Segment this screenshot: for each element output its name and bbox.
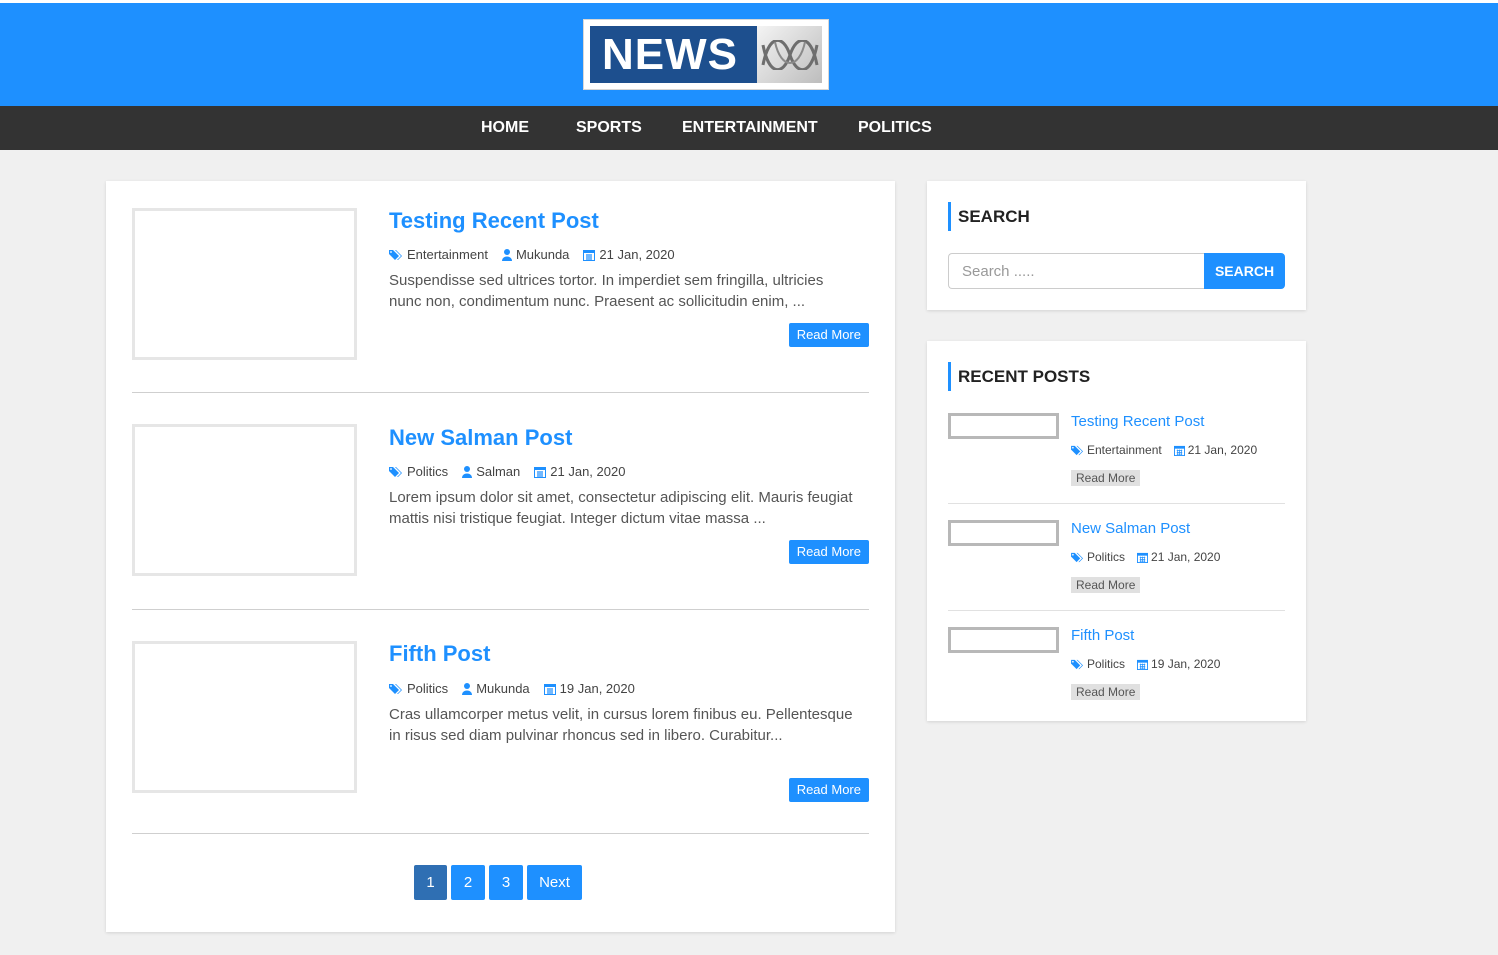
post-thumbnail[interactable] <box>132 208 357 360</box>
next-page-button[interactable]: Next <box>527 865 582 900</box>
search-input[interactable] <box>948 253 1205 289</box>
nav-item-sports[interactable]: SPORTS <box>576 106 642 150</box>
recent-post-date: 19 Jan, 2020 <box>1151 657 1221 671</box>
site-logo[interactable]: NEWS <box>583 19 829 90</box>
post-meta: Politics Mukunda 19 Jan, 2020 <box>389 681 635 696</box>
post-category[interactable]: Entertainment <box>407 247 488 262</box>
read-more-button[interactable]: Read More <box>788 778 869 802</box>
recent-post-date: 21 Jan, 2020 <box>1151 550 1221 564</box>
abc-logo-icon <box>757 26 822 83</box>
tags-icon <box>1071 552 1083 562</box>
recent-read-more-button[interactable]: Read More <box>1071 684 1141 700</box>
tags-icon <box>1071 659 1083 669</box>
calendar-icon <box>534 466 547 478</box>
post-excerpt: Suspendisse sed ultrices tortor. In impe… <box>389 272 824 310</box>
post-meta: Politics Salman 21 Jan, 2020 <box>389 464 625 479</box>
calendar-icon <box>1137 552 1149 563</box>
recent-post-thumbnail[interactable] <box>948 413 1059 439</box>
post-divider <box>132 392 869 393</box>
main-nav: HOME SPORTS ENTERTAINMENT POLITICS <box>0 106 1498 150</box>
post-date: 19 Jan, 2020 <box>559 681 635 696</box>
recent-post-meta: Politics 19 Jan, 2020 <box>1071 657 1220 671</box>
tags-icon <box>389 683 402 694</box>
user-icon <box>462 682 473 695</box>
calendar-icon <box>1137 659 1149 670</box>
post-title[interactable]: Testing Recent Post <box>389 208 599 234</box>
logo-text: NEWS <box>602 30 738 79</box>
post-date: 21 Jan, 2020 <box>599 247 675 262</box>
nav-item-entertainment[interactable]: ENTERTAINMENT <box>682 106 818 150</box>
page-button-1[interactable]: 1 <box>414 865 447 900</box>
recent-post-title[interactable]: New Salman Post <box>1071 520 1190 537</box>
search-widget-title: SEARCH <box>948 202 1030 231</box>
recent-read-more-button[interactable]: Read More <box>1071 577 1141 593</box>
post-title[interactable]: New Salman Post <box>389 425 572 451</box>
post-author[interactable]: Mukunda <box>476 681 529 696</box>
recent-post-item: Fifth Post Politics 19 Jan, 2020 Read Mo… <box>948 627 1285 702</box>
recent-post-title[interactable]: Fifth Post <box>1071 627 1134 644</box>
calendar-icon <box>1173 445 1185 456</box>
recent-posts-widget: RECENT POSTS Testing Recent Post Enterta… <box>927 341 1306 721</box>
recent-post-divider <box>948 610 1285 611</box>
recent-post-thumbnail[interactable] <box>948 520 1059 546</box>
recent-post-meta: Politics 21 Jan, 2020 <box>1071 550 1220 564</box>
tags-icon <box>389 249 402 260</box>
tags-icon <box>389 466 402 477</box>
post-author[interactable]: Salman <box>476 464 520 479</box>
calendar-icon <box>583 249 596 261</box>
post-date: 21 Jan, 2020 <box>550 464 626 479</box>
recent-post-category[interactable]: Entertainment <box>1087 443 1162 457</box>
post-divider <box>132 609 869 610</box>
nav-item-politics[interactable]: POLITICS <box>858 106 932 150</box>
recent-post-date: 21 Jan, 2020 <box>1187 443 1258 457</box>
recent-post-title[interactable]: Testing Recent Post <box>1071 413 1204 430</box>
recent-post-item: Testing Recent Post Entertainment 21 Jan… <box>948 413 1285 488</box>
post-excerpt: Lorem ipsum dolor sit amet, consectetur … <box>389 489 853 527</box>
post-author[interactable]: Mukunda <box>516 247 569 262</box>
post-thumbnail[interactable] <box>132 424 357 576</box>
post-divider <box>132 833 869 834</box>
calendar-icon <box>543 683 556 695</box>
post-thumbnail[interactable] <box>132 641 357 793</box>
recent-post-category[interactable]: Politics <box>1087 657 1125 671</box>
post-category[interactable]: Politics <box>407 464 448 479</box>
recent-post-divider <box>948 503 1285 504</box>
read-more-button[interactable]: Read More <box>788 540 869 564</box>
post-excerpt: Cras ullamcorper metus velit, in cursus … <box>389 706 853 744</box>
search-button[interactable]: SEARCH <box>1204 253 1285 289</box>
search-widget: SEARCH SEARCH <box>927 181 1306 310</box>
logo-plate: NEWS <box>590 26 822 83</box>
tags-icon <box>1071 445 1083 455</box>
recent-posts-title: RECENT POSTS <box>948 362 1090 391</box>
page-button-3[interactable]: 3 <box>489 865 523 900</box>
post-category[interactable]: Politics <box>407 681 448 696</box>
site-header: NEWS <box>0 3 1498 106</box>
post-title[interactable]: Fifth Post <box>389 641 490 667</box>
user-icon <box>501 248 512 261</box>
post-card: Testing Recent Post Entertainment Mukund… <box>132 208 869 360</box>
post-card: New Salman Post Politics Salman 21 Jan, … <box>132 424 869 576</box>
post-meta: Entertainment Mukunda 21 Jan, 2020 <box>389 247 675 262</box>
recent-read-more-button[interactable]: Read More <box>1071 470 1141 486</box>
pagination: 1 2 3 Next <box>414 865 582 900</box>
recent-post-item: New Salman Post Politics 21 Jan, 2020 Re… <box>948 520 1285 595</box>
user-icon <box>462 465 473 478</box>
recent-post-thumbnail[interactable] <box>948 627 1059 653</box>
post-card: Fifth Post Politics Mukunda 19 Jan, 2020… <box>132 641 869 816</box>
nav-item-home[interactable]: HOME <box>481 106 529 150</box>
recent-post-category[interactable]: Politics <box>1087 550 1125 564</box>
read-more-button[interactable]: Read More <box>788 323 869 347</box>
recent-post-meta: Entertainment 21 Jan, 2020 <box>1071 443 1257 457</box>
page-button-2[interactable]: 2 <box>451 865 485 900</box>
posts-panel: Testing Recent Post Entertainment Mukund… <box>106 181 895 932</box>
